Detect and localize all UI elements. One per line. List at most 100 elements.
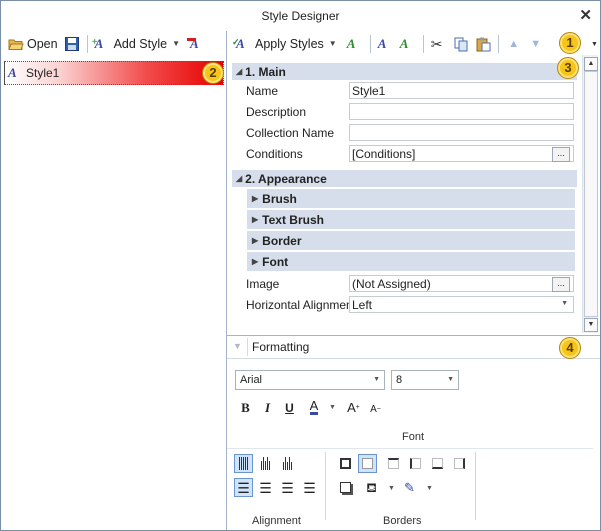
create-style-button[interactable]: A <box>375 33 397 55</box>
apply-styles-button[interactable]: A ✓ Apply Styles ▼ <box>232 33 340 55</box>
group-divider <box>227 448 593 449</box>
fill-color-button[interactable]: ⛾ <box>362 478 381 497</box>
collection-name-field[interactable] <box>349 124 574 141</box>
border-bottom-button[interactable] <box>428 454 447 473</box>
group-border[interactable]: ▶ Border <box>247 231 575 250</box>
italic-button[interactable]: I <box>258 398 277 417</box>
formatting-header[interactable]: ▼ Formatting <box>227 336 600 359</box>
chevron-down-icon[interactable]: ▼ <box>426 485 433 492</box>
scroll-down-icon[interactable]: ▼ <box>584 318 598 332</box>
align-middle-button[interactable] <box>256 454 275 473</box>
bold-button[interactable]: B <box>236 398 255 417</box>
grow-font-button[interactable]: A + <box>344 398 363 417</box>
paint-bucket-icon: ⛾ <box>366 480 377 495</box>
align-right-button[interactable]: ☰ <box>278 478 297 497</box>
save-button[interactable] <box>61 33 83 55</box>
open-button[interactable]: Open <box>5 33 61 55</box>
font-color-button[interactable]: A <box>303 397 325 416</box>
name-field[interactable]: Style1 <box>349 82 574 99</box>
align-center-icon: ☰ <box>259 479 272 496</box>
align-center-button[interactable]: ☰ <box>256 478 275 497</box>
conditions-field[interactable]: [Conditions] ... <box>349 145 574 162</box>
callout-badge-4: 4 <box>559 337 581 359</box>
apply-styles-icon: A ✓ <box>232 35 245 51</box>
category-main-label: 1. Main <box>245 64 286 79</box>
borders-group-label: Borders <box>383 515 422 527</box>
property-name-label: Name <box>246 83 279 98</box>
border-left-button[interactable] <box>406 454 425 473</box>
category-appearance[interactable]: ◢ 2. Appearance <box>232 170 577 187</box>
group-text-brush[interactable]: ▶ Text Brush <box>247 210 575 229</box>
horizontal-alignment-select[interactable]: Left ▼ <box>349 296 574 313</box>
edit-style-button[interactable]: A <box>397 33 419 55</box>
paste-button[interactable] <box>472 33 494 55</box>
add-style-label: Add Style <box>113 36 168 51</box>
align-justify-icon: ☰ <box>303 479 316 496</box>
close-icon[interactable]: ✕ <box>579 6 592 24</box>
border-all-button[interactable] <box>336 454 355 473</box>
chevron-down-icon: ▼ <box>447 376 454 383</box>
scroll-up-icon[interactable]: ▲ <box>584 57 598 71</box>
style-from-component-button[interactable]: A <box>344 33 366 55</box>
category-main[interactable]: ◢ 1. Main <box>232 63 577 80</box>
move-down-button[interactable]: ▼ <box>525 33 547 55</box>
chevron-down-icon[interactable]: ▼ <box>388 485 395 492</box>
property-row-conditions: Conditions [Conditions] ... <box>246 143 577 164</box>
arrow-down-icon: ▼ <box>530 37 542 50</box>
move-up-button[interactable]: ▲ <box>503 33 525 55</box>
arrow-up-icon: ▲ <box>508 37 520 50</box>
border-top-button[interactable] <box>384 454 403 473</box>
chevron-down-icon[interactable]: ▼ <box>329 404 336 411</box>
border-right-button[interactable] <box>450 454 469 473</box>
create-style-icon: A <box>377 35 387 51</box>
toolbar-separator <box>422 34 424 53</box>
toolbar-separator <box>369 34 371 53</box>
scrollbar-thumb[interactable] <box>584 71 598 317</box>
image-ellipsis-button[interactable]: ... <box>552 277 570 292</box>
property-grid-scrollbar[interactable]: ▲ ▼ <box>582 55 598 333</box>
chevron-down-icon: ▼ <box>373 376 380 383</box>
border-color-button[interactable]: ✎ <box>400 478 419 497</box>
chevron-down-icon[interactable]: ▼ <box>329 39 337 48</box>
add-style-button[interactable]: A + Add Style ▼ <box>92 33 183 55</box>
shadow-icon <box>340 482 351 493</box>
description-field[interactable] <box>349 103 574 120</box>
border-top-icon <box>388 458 399 469</box>
left-toolbar: Open A + Add Style ▼ A <box>5 31 209 56</box>
align-justify-button[interactable]: ☰ <box>300 478 319 497</box>
toolbar-overflow-icon[interactable]: ▼ <box>591 41 598 48</box>
chevron-down-icon[interactable]: ▼ <box>172 39 180 48</box>
align-top-button[interactable] <box>234 454 253 473</box>
expand-arrow-icon: ▶ <box>252 194 259 203</box>
shadow-button[interactable] <box>336 478 355 497</box>
toolbar-separator <box>497 34 499 53</box>
align-bottom-button[interactable] <box>278 454 297 473</box>
list-item-style1[interactable]: A Style1 <box>4 61 224 85</box>
font-color-icon: A <box>309 397 319 415</box>
copy-icon <box>453 36 469 52</box>
property-name-label: Image <box>246 276 280 291</box>
property-row-image: Image (Not Assigned) ... <box>246 273 577 294</box>
font-size-select[interactable]: 8 ▼ <box>391 370 459 390</box>
underline-button[interactable]: U <box>280 398 299 417</box>
conditions-ellipsis-button[interactable]: ... <box>552 147 570 162</box>
group-brush[interactable]: ▶ Brush <box>247 189 575 208</box>
shrink-font-button[interactable]: A − <box>366 400 385 419</box>
font-name-select[interactable]: Arial ▼ <box>235 370 385 390</box>
align-top-icon <box>239 457 248 470</box>
category-appearance-label: 2. Appearance <box>245 171 327 186</box>
horizontal-alignment-value: Left <box>352 297 373 312</box>
align-left-icon: ☰ <box>237 479 250 496</box>
remove-style-button[interactable]: A <box>187 33 209 55</box>
cut-button[interactable]: ✂ <box>428 33 450 55</box>
border-none-button[interactable] <box>358 454 377 473</box>
save-disk-icon <box>64 36 80 52</box>
image-field[interactable]: (Not Assigned) ... <box>349 275 574 292</box>
collapse-triangle-icon[interactable]: ▼ <box>233 341 242 351</box>
align-left-button[interactable]: ☰ <box>234 478 253 497</box>
group-font[interactable]: ▶ Font <box>247 252 575 271</box>
style-component-icon: A <box>346 35 356 51</box>
copy-button[interactable] <box>450 33 472 55</box>
font-name-value: Arial <box>240 374 263 386</box>
property-name-label: Conditions <box>246 146 303 161</box>
